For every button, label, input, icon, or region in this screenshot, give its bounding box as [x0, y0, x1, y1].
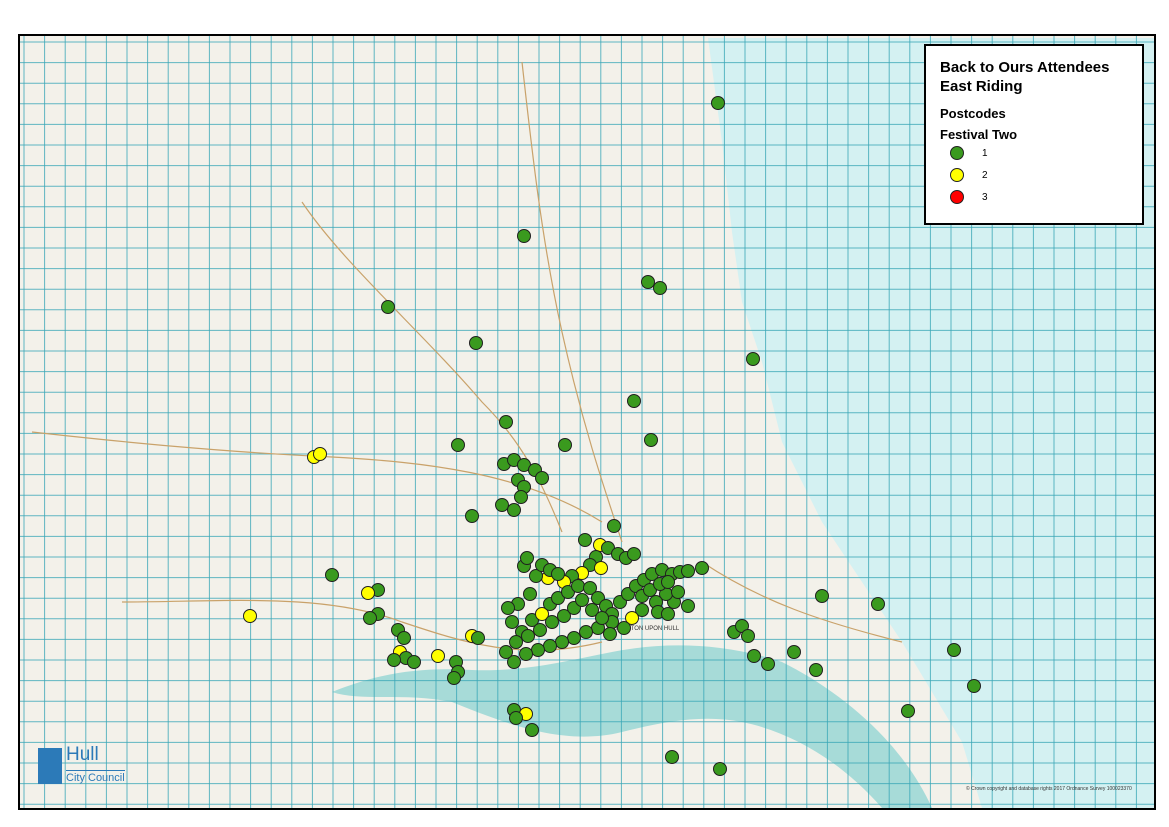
legend-row-3: 3 — [950, 186, 1128, 208]
attendee-point-class-1 — [617, 621, 631, 635]
attendee-point-class-1 — [551, 567, 565, 581]
copyright-notice: © Crown copyright and database rights 20… — [966, 786, 1132, 792]
attendee-point-class-1 — [545, 615, 559, 629]
attendee-point-class-1 — [711, 96, 725, 110]
legend-row-2: 2 — [950, 164, 1128, 186]
attendee-point-class-1 — [543, 639, 557, 653]
attendee-point-class-1 — [471, 631, 485, 645]
attendee-point-class-1 — [661, 575, 675, 589]
attendee-point-class-1 — [535, 471, 549, 485]
attendee-point-class-1 — [397, 631, 411, 645]
attendee-point-class-1 — [644, 433, 658, 447]
attendee-point-class-1 — [465, 509, 479, 523]
hull-city-council-logo: Hull City Council — [38, 744, 128, 788]
attendee-point-class-1 — [695, 561, 709, 575]
shield-icon — [38, 748, 62, 784]
attendee-point-class-2 — [361, 586, 375, 600]
attendee-point-class-1 — [627, 394, 641, 408]
attendee-point-class-1 — [607, 519, 621, 533]
attendee-point-class-1 — [558, 438, 572, 452]
attendee-point-class-2 — [594, 561, 608, 575]
attendee-point-class-1 — [603, 627, 617, 641]
legend-symbol-red — [950, 190, 964, 204]
attendee-point-class-1 — [523, 587, 537, 601]
attendee-point-class-1 — [665, 750, 679, 764]
attendee-point-class-1 — [901, 704, 915, 718]
legend-label-2: 2 — [982, 169, 988, 181]
attendee-point-class-1 — [815, 589, 829, 603]
attendee-point-class-1 — [653, 281, 667, 295]
attendee-point-class-1 — [746, 352, 760, 366]
attendee-point-class-1 — [447, 671, 461, 685]
attendee-point-class-1 — [525, 723, 539, 737]
attendee-point-class-1 — [507, 503, 521, 517]
attendee-point-class-1 — [761, 657, 775, 671]
legend-layer-name: Postcodes — [940, 106, 1006, 121]
attendee-point-class-1 — [567, 631, 581, 645]
attendee-point-class-1 — [809, 663, 823, 677]
attendee-point-class-1 — [387, 653, 401, 667]
attendee-point-class-1 — [671, 585, 685, 599]
logo-subtitle: City Council — [66, 770, 125, 784]
attendee-point-class-1 — [451, 438, 465, 452]
legend-label-1: 1 — [982, 147, 988, 159]
attendee-point-class-1 — [681, 564, 695, 578]
attendee-point-class-1 — [509, 711, 523, 725]
attendee-point-class-1 — [571, 579, 585, 593]
attendee-point-class-1 — [533, 623, 547, 637]
legend: Back to Ours Attendees East Riding Postc… — [924, 44, 1144, 225]
attendee-point-class-1 — [521, 629, 535, 643]
attendee-point-class-1 — [661, 607, 675, 621]
legend-row-1: 1 — [950, 142, 1128, 164]
attendee-point-class-1 — [578, 533, 592, 547]
attendee-point-class-1 — [407, 655, 421, 669]
attendee-point-class-1 — [747, 649, 761, 663]
attendee-point-class-1 — [325, 568, 339, 582]
attendee-point-class-1 — [381, 300, 395, 314]
legend-symbol-green — [950, 146, 964, 160]
attendee-point-class-1 — [514, 490, 528, 504]
attendee-point-class-1 — [967, 679, 981, 693]
logo-name: Hull — [66, 744, 99, 765]
attendee-point-class-1 — [519, 647, 533, 661]
attendee-point-class-1 — [499, 645, 513, 659]
attendee-point-class-1 — [517, 229, 531, 243]
attendee-point-class-2 — [313, 447, 327, 461]
attendee-point-class-1 — [520, 551, 534, 565]
legend-label-3: 3 — [982, 191, 988, 203]
attendee-point-class-1 — [713, 762, 727, 776]
attendee-point-class-1 — [499, 415, 513, 429]
attendee-point-class-1 — [579, 625, 593, 639]
legend-title-line1: Back to Ours Attendees — [940, 59, 1110, 76]
legend-title-line2: East Riding — [940, 78, 1023, 95]
attendee-point-class-1 — [741, 629, 755, 643]
attendee-point-class-1 — [531, 643, 545, 657]
attendee-point-class-2 — [243, 609, 257, 623]
attendee-point-class-2 — [431, 649, 445, 663]
legend-field-name: Festival Two — [940, 127, 1018, 142]
attendee-point-class-1 — [509, 635, 523, 649]
attendee-point-class-1 — [575, 593, 589, 607]
attendee-point-class-1 — [627, 547, 641, 561]
legend-symbol-yellow — [950, 168, 964, 182]
attendee-point-class-1 — [641, 275, 655, 289]
attendee-point-class-1 — [681, 599, 695, 613]
attendee-point-class-1 — [947, 643, 961, 657]
attendee-point-class-1 — [595, 611, 609, 625]
attendee-point-class-1 — [495, 498, 509, 512]
attendee-point-class-1 — [871, 597, 885, 611]
attendee-point-class-1 — [501, 601, 515, 615]
attendee-point-class-1 — [505, 615, 519, 629]
attendee-point-class-1 — [787, 645, 801, 659]
attendee-point-class-1 — [555, 635, 569, 649]
attendee-point-class-1 — [363, 611, 377, 625]
attendee-point-class-1 — [469, 336, 483, 350]
